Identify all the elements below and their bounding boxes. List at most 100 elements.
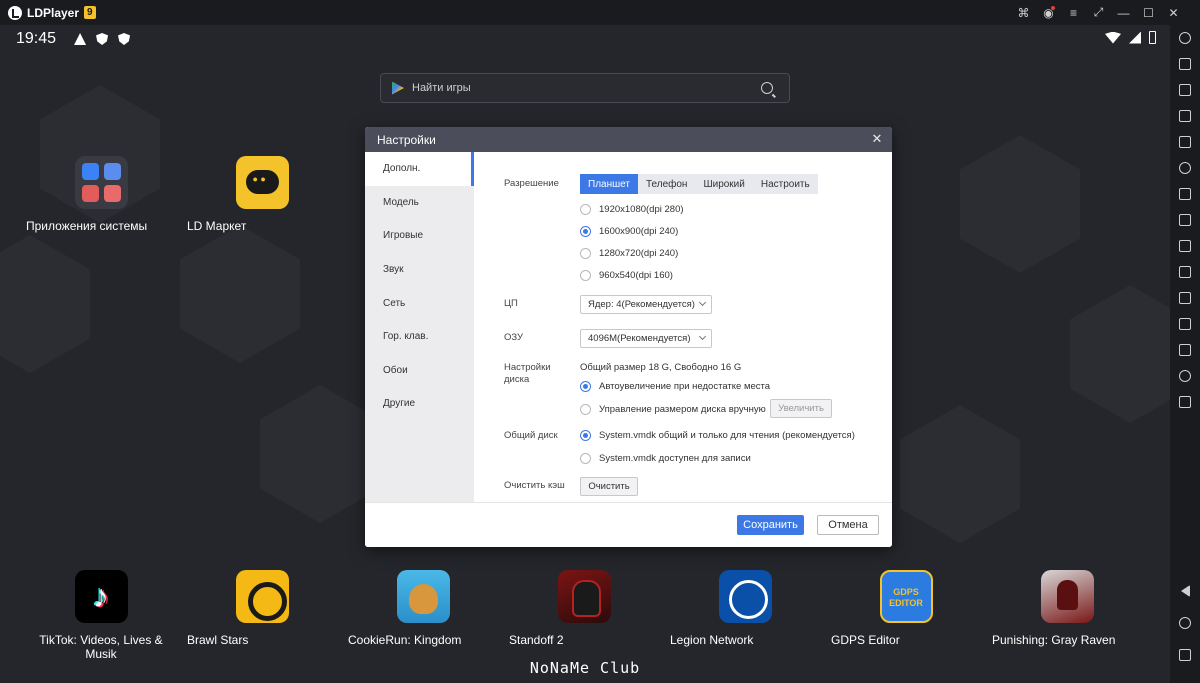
radio-button[interactable] <box>580 204 591 215</box>
folder-icon[interactable] <box>1176 341 1194 359</box>
tab-tablet[interactable]: Планшет <box>580 174 638 194</box>
nav-item-hotkeys[interactable]: Гор. клав. <box>365 320 474 354</box>
dock-app-gdps[interactable]: GDPS Editor <box>831 570 981 647</box>
dock-app-standoff[interactable]: Standoff 2 <box>509 570 659 647</box>
radio-button[interactable] <box>580 270 591 281</box>
expand-disk-button[interactable]: Увеличить <box>770 399 832 418</box>
game-search-bar[interactable]: Найти игры <box>380 73 790 103</box>
tab-custom[interactable]: Настроить <box>753 174 818 194</box>
app-label: Приложения системы <box>26 219 148 233</box>
save-button[interactable]: Сохранить <box>737 515 804 535</box>
app-label: LD Маркет <box>187 219 247 233</box>
account-icon[interactable]: ◉ <box>1036 0 1061 25</box>
shared-disk-option-writable[interactable]: System.vmdk доступен для записи <box>580 453 751 464</box>
maximize-icon[interactable]: ☐ <box>1136 0 1161 25</box>
disk-label: Настройки диска <box>504 362 551 385</box>
android-statusbar: 19:45 <box>0 25 1170 53</box>
resolution-option[interactable]: 1600x900(dpi 240) <box>580 226 678 237</box>
close-icon[interactable]: ✕ <box>1161 0 1186 25</box>
app-label: Brawl Stars <box>187 633 249 647</box>
home-icon[interactable] <box>1176 614 1194 632</box>
option-label: 1600x900(dpi 240) <box>599 226 679 237</box>
background-hex <box>960 135 1080 273</box>
keyboard-icon[interactable] <box>1176 55 1194 73</box>
nav-item-wallpaper[interactable]: Обои <box>365 354 474 388</box>
gamepad-icon[interactable]: ⌘ <box>1011 0 1036 25</box>
volume-up-icon[interactable] <box>1176 81 1194 99</box>
nav-item-sound[interactable]: Звук <box>365 253 474 287</box>
desktop-app-ld-market[interactable]: LD Маркет <box>187 156 337 233</box>
radio-button[interactable] <box>580 248 591 259</box>
option-label: Автоувеличение при недостатке места <box>599 381 771 392</box>
ldplayer-logo-icon <box>8 5 22 20</box>
dock-app-brawl-stars[interactable]: Brawl Stars <box>187 570 337 647</box>
disk-option-auto[interactable]: Автоувеличение при недостатке места <box>580 381 770 392</box>
resolution-option[interactable]: 1280x720(dpi 240) <box>580 248 678 259</box>
system-apps-icon <box>74 156 128 209</box>
cpu-select[interactable]: Ядер: 4(Рекомендуется) <box>580 295 712 314</box>
recents-icon[interactable] <box>1176 646 1194 664</box>
tab-phone[interactable]: Телефон <box>638 174 695 194</box>
ld-market-icon <box>235 156 289 209</box>
back-icon[interactable] <box>1176 582 1194 600</box>
dialog-header: Настройки ✕ <box>365 127 892 152</box>
clear-cache-label: Очистить кэш <box>504 480 565 491</box>
ram-label: ОЗУ <box>504 332 524 343</box>
shake-icon[interactable] <box>1176 315 1194 333</box>
minimize-icon[interactable]: — <box>1111 0 1136 25</box>
status-clock: 19:45 <box>16 30 57 47</box>
notification-a-icon <box>74 33 87 45</box>
settings-gear-icon[interactable] <box>1176 29 1194 47</box>
resolution-label: Разрешение <box>504 178 559 189</box>
dock-app-pgr[interactable]: Punishing: Gray Raven <box>992 570 1142 647</box>
play-store-icon <box>392 81 404 95</box>
location-icon[interactable] <box>1176 367 1194 385</box>
shared-disk-option-readonly[interactable]: System.vmdk общий и только для чтения (р… <box>580 430 855 441</box>
resolution-option[interactable]: 960x540(dpi 160) <box>580 270 673 281</box>
cookierun-icon <box>396 570 450 623</box>
app-label: GDPS Editor <box>831 633 900 647</box>
resolution-option[interactable]: 1920x1080(dpi 280) <box>580 204 684 215</box>
volume-down-icon[interactable] <box>1176 107 1194 125</box>
clear-cache-button[interactable]: Очистить <box>580 477 638 496</box>
ram-select[interactable]: 4096М(Рекомендуется) <box>580 329 712 348</box>
nav-item-model[interactable]: Модель <box>365 186 474 220</box>
nav-item-other[interactable]: Другие <box>365 387 474 421</box>
option-label: System.vmdk общий и только для чтения (р… <box>599 430 855 441</box>
scissors-icon[interactable] <box>1176 237 1194 255</box>
rotate-icon[interactable] <box>1176 393 1194 411</box>
search-icon[interactable] <box>761 82 773 94</box>
tab-wide[interactable]: Широкий <box>695 174 752 194</box>
add-instance-icon[interactable] <box>1176 185 1194 203</box>
chevron-down-icon <box>698 298 707 307</box>
nav-item-network[interactable]: Сеть <box>365 286 474 320</box>
record-icon[interactable] <box>1176 263 1194 281</box>
app-label: CookieRun: Kingdom <box>348 633 462 647</box>
menu-icon[interactable]: ≡ <box>1061 0 1086 25</box>
screenshot-icon[interactable] <box>1176 133 1194 151</box>
dock-app-legion[interactable]: Legion Network <box>670 570 820 647</box>
search-placeholder: Найти игры <box>412 82 471 94</box>
radio-button[interactable] <box>580 453 591 464</box>
background-hex <box>180 225 300 363</box>
nav-item-game[interactable]: Игровые <box>365 219 474 253</box>
wifi-icon <box>1105 31 1121 44</box>
dock-app-cookierun[interactable]: CookieRun: Kingdom <box>348 570 498 647</box>
disk-option-manual[interactable]: Управление размером диска вручную <box>580 404 766 415</box>
radio-button[interactable] <box>580 404 591 415</box>
macro-icon[interactable] <box>1176 159 1194 177</box>
radio-button[interactable] <box>580 226 591 237</box>
cancel-button[interactable]: Отмена <box>817 515 879 535</box>
battery-icon <box>1149 31 1156 44</box>
apk-install-icon[interactable] <box>1176 289 1194 307</box>
punishing-icon <box>1040 570 1094 623</box>
close-icon[interactable]: ✕ <box>870 132 884 146</box>
expand-icon[interactable]: ⤢ <box>1086 0 1111 25</box>
option-label: 1280x720(dpi 240) <box>599 248 679 259</box>
nav-item-advanced[interactable]: Дополн. <box>365 152 474 186</box>
dock-app-tiktok[interactable]: TikTok: Videos, Lives & Musik <box>26 570 176 661</box>
desktop-app-system[interactable]: Приложения системы <box>26 156 176 233</box>
radio-button[interactable] <box>580 381 591 392</box>
fps-icon[interactable] <box>1176 211 1194 229</box>
radio-button[interactable] <box>580 430 591 441</box>
